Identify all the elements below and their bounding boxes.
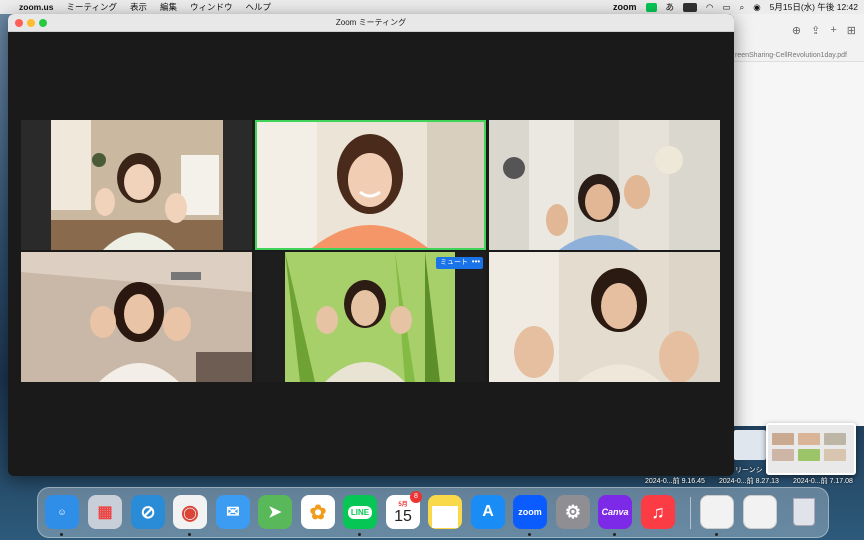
trash-icon[interactable]	[787, 495, 821, 529]
maps-icon[interactable]: ➤	[258, 495, 292, 529]
video-tile-participant-5[interactable]	[255, 252, 486, 382]
canva-app-label: Canva	[601, 507, 629, 517]
video-tile-participant-4[interactable]	[21, 252, 252, 382]
running-indicator	[188, 533, 191, 536]
notes-icon[interactable]	[428, 495, 462, 529]
zoom-app-icon[interactable]: zoom	[513, 495, 547, 529]
window-title: Zoom ミーティング	[335, 18, 407, 27]
zoom-app-label: zoom	[518, 507, 542, 517]
app-store-icon[interactable]: A	[471, 495, 505, 529]
running-indicator	[715, 533, 718, 536]
menu-view[interactable]: 表示	[130, 1, 147, 13]
video-tile-participant-2-active-speaker[interactable]	[255, 120, 486, 250]
spotlight-icon[interactable]: ⌕	[739, 2, 744, 13]
input-method-indicator[interactable]: あ	[666, 1, 675, 13]
canva-icon[interactable]: Canva	[598, 495, 632, 529]
music-icon[interactable]: ♫	[641, 495, 675, 529]
download-icon[interactable]: ⊕	[792, 24, 801, 37]
desktop-file-label[interactable]: 2024-0...前 7.17.08	[793, 476, 853, 486]
mail-icon[interactable]: ✉	[216, 495, 250, 529]
grid-icon[interactable]: ⊞	[847, 24, 856, 37]
calendar-day: 15	[394, 507, 412, 525]
menu-meeting[interactable]: ミーティング	[66, 1, 117, 13]
share-icon[interactable]: ⇪	[811, 24, 820, 37]
launchpad-icon[interactable]: ▦	[88, 495, 122, 529]
running-indicator	[613, 533, 616, 536]
wifi-icon[interactable]: ◠	[706, 2, 713, 13]
line-status-icon[interactable]	[645, 2, 657, 12]
close-window-button[interactable]	[15, 19, 23, 27]
background-preview-window[interactable]: ⊕ ⇪ + ⊞ reenSharing-CellRevolution1day.p…	[730, 14, 864, 426]
video-tile-participant-6[interactable]	[489, 252, 720, 382]
minimized-window-thumbnail[interactable]	[743, 495, 777, 529]
running-indicator	[60, 533, 63, 536]
desktop-file-thumbnail[interactable]	[734, 430, 766, 460]
video-tile-participant-1[interactable]	[21, 120, 252, 250]
minimize-window-button[interactable]	[27, 19, 35, 27]
menu-help[interactable]: ヘルプ	[246, 1, 272, 13]
dock: ☺ ▦ ⊘ ◉ ✉ ➤ ✿ LINE 5月 15 8 A zoom ⚙ Canv…	[37, 487, 829, 538]
screenshot-floating-thumbnail[interactable]	[766, 423, 856, 475]
desktop-file-label[interactable]: 2024-0...前 8.27.13	[719, 476, 779, 486]
running-indicator	[528, 533, 531, 536]
menu-bar: zoom.us ミーティング 表示 編集 ウィンドウ ヘルプ zoom あ ◠ …	[0, 0, 864, 14]
calendar-badge: 8	[410, 491, 422, 503]
pdf-filename: reenSharing-CellRevolution1day.pdf	[735, 52, 847, 59]
chrome-icon[interactable]: ◉	[173, 495, 207, 529]
calendar-month: 5月	[398, 501, 408, 508]
photos-icon[interactable]: ✿	[301, 495, 335, 529]
control-center-icon[interactable]: ▭	[722, 2, 730, 13]
safari-icon[interactable]: ⊘	[131, 495, 165, 529]
desktop-file-label[interactable]: 2024-0...前 9.16.45	[645, 476, 705, 486]
video-tile-participant-3[interactable]	[489, 120, 720, 250]
menu-window[interactable]: ウィンドウ	[190, 1, 233, 13]
more-options-button[interactable]: •••	[469, 257, 483, 269]
zoom-meeting-window: Zoom ミーティング ミュート •••	[8, 14, 734, 476]
zoom-status-icon[interactable]: zoom	[613, 2, 637, 12]
dock-separator	[690, 497, 691, 529]
system-settings-icon[interactable]: ⚙	[556, 495, 590, 529]
menu-clock[interactable]: 5月15日(水) 午後 12:42	[770, 1, 858, 13]
running-indicator	[358, 533, 361, 536]
mute-participant-button[interactable]: ミュート	[436, 257, 472, 269]
fullscreen-window-button[interactable]	[39, 19, 47, 27]
siri-icon[interactable]: ◉	[753, 2, 760, 13]
window-titlebar: Zoom ミーティング	[8, 14, 734, 32]
menu-edit[interactable]: 編集	[160, 1, 177, 13]
preview-toolbar: ⊕ ⇪ + ⊞ reenSharing-CellRevolution1day.p…	[731, 14, 864, 62]
battery-icon[interactable]	[683, 2, 698, 12]
line-app-icon[interactable]: LINE	[343, 495, 377, 529]
finder-icon[interactable]: ☺	[45, 495, 79, 529]
minimized-window-thumbnail[interactable]	[700, 495, 734, 529]
menu-app-name[interactable]: zoom.us	[19, 2, 53, 12]
line-app-label: LINE	[347, 505, 373, 519]
add-icon[interactable]: +	[830, 24, 836, 37]
desktop-file-label[interactable]: リーンシ	[735, 465, 763, 475]
